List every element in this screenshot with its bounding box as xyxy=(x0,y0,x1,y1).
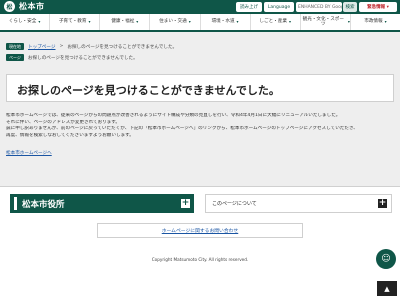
nav-item-work[interactable]: しごと・産業 ▾ xyxy=(251,14,301,30)
message-line: 誠に申し訳ありませんが、前のページに戻っていただくか、下記の「松本市ホームページ… xyxy=(6,126,358,132)
city-office-label: 松本市役所 xyxy=(22,199,65,210)
current-location-tag: 現在地 xyxy=(6,43,24,50)
back-to-top-button[interactable]: ▲ xyxy=(377,281,397,296)
nav-item-label: 住まい・交通 xyxy=(159,19,187,25)
nav-item-label: 健康・福祉 xyxy=(111,19,135,25)
chevron-down-icon: ▾ xyxy=(38,18,41,24)
home-page-link[interactable]: 松本市ホームページへ xyxy=(6,150,52,156)
message-line: 再度、情報を検索しなおしてくださいますようお願いします。 xyxy=(6,133,134,139)
chat-icon: ☺ xyxy=(381,254,391,264)
chevron-down-icon: ▾ xyxy=(188,18,191,24)
breadcrumb-current: お探しのページを見つけることができませんでした。 xyxy=(67,44,178,50)
nav-item-environment[interactable]: 環境・水道 ▾ xyxy=(201,14,251,30)
search-input[interactable]: ENHANCED BY Google xyxy=(296,2,342,12)
contact-link-box: ホームページに関するお問い合わせ xyxy=(97,223,303,238)
chevron-down-icon: ▾ xyxy=(236,18,239,24)
contact-link[interactable]: ホームページに関するお問い合わせ xyxy=(162,227,239,234)
language-button[interactable]: Language xyxy=(264,2,294,12)
breadcrumb-home-link[interactable]: トップページ xyxy=(28,44,55,50)
nav-item-label: くらし・安全 xyxy=(8,19,37,25)
city-emblem-icon: 松 xyxy=(4,1,15,12)
error-message: 松本市ホームページでは、従来のページからの問題点が改善されるようにサイト構成や分… xyxy=(6,113,394,140)
nav-item-label: 観光・文化・スポーツ xyxy=(302,16,344,27)
page-title: お探しのページを見つけることができませんでした。 xyxy=(17,84,280,97)
emergency-info-button[interactable]: 緊急情報 ▾ xyxy=(359,2,397,12)
nav-item-label: 市政情報 xyxy=(364,19,383,25)
nav-item-label: 環境・水道 xyxy=(211,19,235,25)
site-logo[interactable]: 松 松本市 xyxy=(4,1,45,12)
breadcrumb-separator: > xyxy=(59,44,64,49)
chevron-down-icon: ▾ xyxy=(347,18,350,24)
chevron-down-icon: ▾ xyxy=(384,18,387,24)
nav-item-city-info[interactable]: 市政情報 ▾ xyxy=(351,14,400,30)
nav-item-label: 子育て・教育 xyxy=(58,19,87,25)
chevron-down-icon: ▾ xyxy=(288,18,291,24)
read-aloud-button[interactable]: 読み上げ xyxy=(236,2,262,12)
page-tag: ページ xyxy=(6,54,24,61)
city-office-accordion[interactable]: 松本市役所 + xyxy=(10,194,194,213)
copyright: Copyright Matsumoto City. All rights res… xyxy=(151,257,249,262)
nav-item-health[interactable]: 健康・福祉 ▾ xyxy=(100,14,151,30)
site-name: 松本市 xyxy=(19,2,45,11)
chevron-down-icon: ▾ xyxy=(136,18,139,24)
global-nav: くらし・安全 ▾ 子育て・教育 ▾ 健康・福祉 ▾ 住まい・交通 ▾ 環境・水道 ▾ しご… xyxy=(0,14,400,32)
plus-icon: + xyxy=(378,198,387,208)
breadcrumb-current-secondary: お探しのページを見つけることができませんでした。 xyxy=(27,55,138,61)
search-button[interactable]: 検索 xyxy=(343,2,357,12)
about-page-label: このページについて xyxy=(212,201,257,207)
accent-bar xyxy=(14,197,17,210)
nav-item-label: しごと・産業 xyxy=(259,19,287,25)
arrow-up-icon: ▲ xyxy=(384,284,390,293)
nav-item-living[interactable]: くらし・安全 ▾ xyxy=(0,14,51,30)
nav-item-childcare[interactable]: 子育て・教育 ▾ xyxy=(50,14,101,30)
breadcrumb: 現在地 トップページ > お探しのページを見つけることができませんでした。 xyxy=(6,42,177,51)
message-line: それに伴い、ページのアドレスが変更されております。 xyxy=(6,119,121,125)
chevron-down-icon: ▾ xyxy=(88,18,91,24)
page-title-box: お探しのページを見つけることができませんでした。 xyxy=(6,74,394,102)
breadcrumb-secondary: ページ お探しのページを見つけることができませんでした。 xyxy=(6,53,138,62)
nav-item-housing[interactable]: 住まい・交通 ▾ xyxy=(150,14,201,30)
about-page-accordion[interactable]: このページについて + xyxy=(205,194,392,213)
top-header-bar: 松 松本市 読み上げ Language ENHANCED BY Google 検… xyxy=(0,0,400,14)
plus-icon: + xyxy=(181,198,190,208)
nav-item-tourism[interactable]: 観光・文化・スポーツ ▾ xyxy=(301,14,351,30)
chat-button[interactable]: ☺ xyxy=(376,249,396,269)
message-line: 松本市ホームページでは、従来のページからの問題点が改善されるようにサイト構成や分… xyxy=(6,113,341,118)
